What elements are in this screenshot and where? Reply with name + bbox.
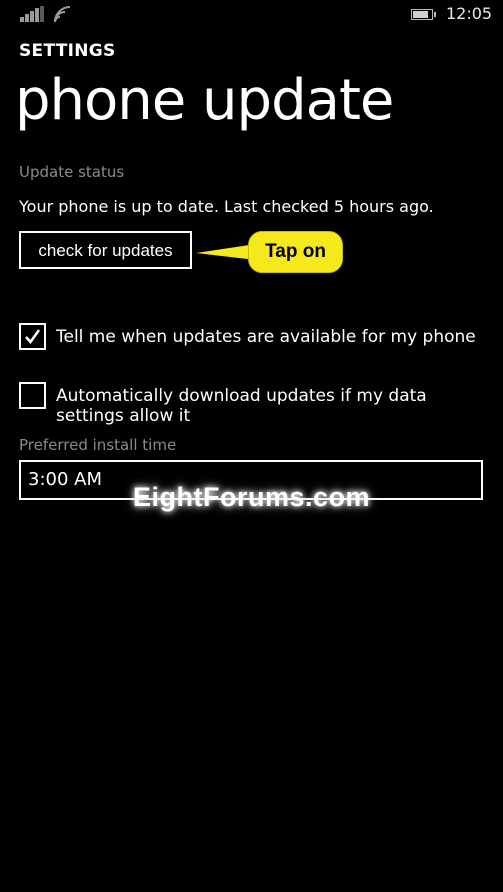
callout-text: Tap on	[248, 231, 343, 273]
checkmark-icon	[25, 329, 41, 344]
install-time-label: Preferred install time	[19, 436, 177, 454]
status-clock: 12:05	[446, 4, 493, 23]
notify-updates-checkbox[interactable]	[19, 323, 46, 350]
signal-bars-icon	[20, 6, 44, 22]
battery-icon	[411, 9, 436, 20]
notify-updates-label: Tell me when updates are available for m…	[56, 327, 476, 347]
update-status-text: Your phone is up to date. Last checked 5…	[19, 197, 434, 216]
check-for-updates-button[interactable]: check for updates	[19, 231, 192, 269]
watermark-logo: EightForums.com	[132, 482, 370, 512]
status-bar: 12:05	[0, 0, 503, 30]
page-title: phone update	[15, 68, 394, 133]
app-title: SETTINGS	[19, 41, 116, 61]
callout-pointer-icon	[196, 244, 256, 260]
auto-download-label: Automatically download updates if my dat…	[56, 386, 427, 426]
wifi-icon	[54, 6, 71, 23]
auto-download-checkbox[interactable]	[19, 382, 46, 409]
tap-on-callout: Tap on	[196, 230, 346, 274]
update-status-label: Update status	[19, 163, 125, 181]
